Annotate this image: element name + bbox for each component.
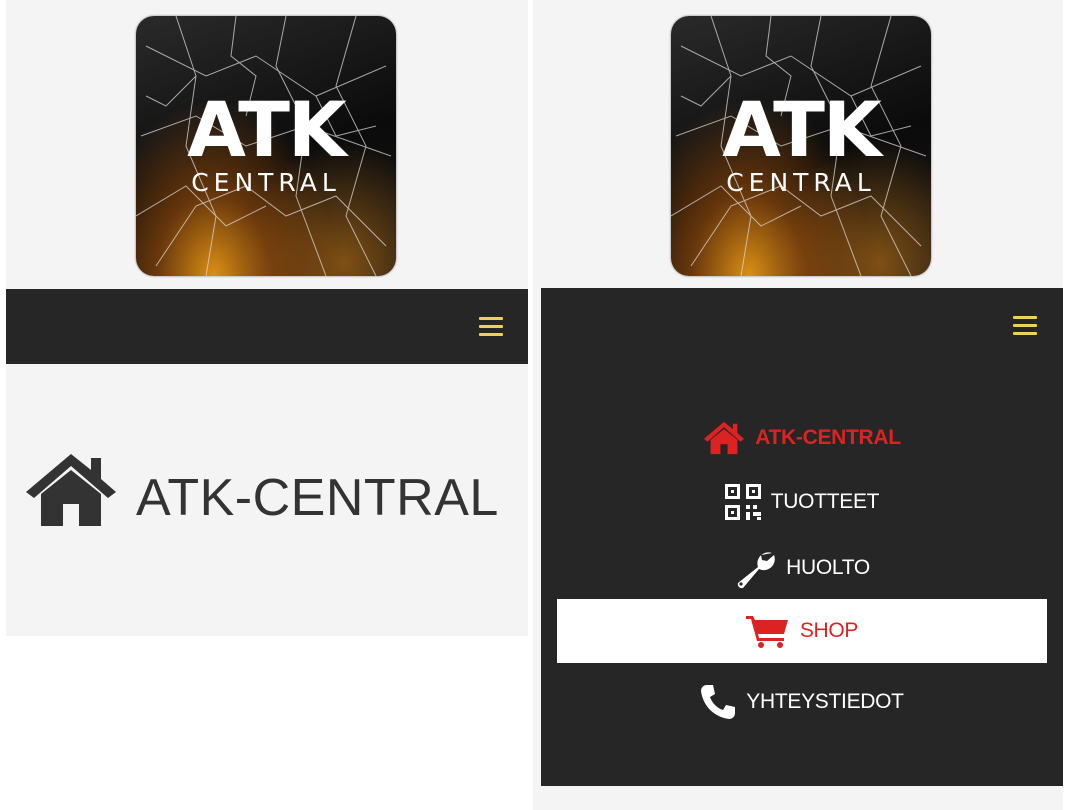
qr-code-icon bbox=[724, 484, 761, 520]
site-logo[interactable]: ATK CENTRAL bbox=[136, 16, 396, 276]
hamburger-menu-icon[interactable] bbox=[479, 317, 503, 337]
logo-subtitle: CENTRAL bbox=[726, 168, 876, 197]
menu-item-huolto[interactable]: HUOLTO bbox=[557, 536, 1047, 600]
home-icon bbox=[704, 421, 745, 455]
logo-subtitle: CENTRAL bbox=[191, 168, 341, 197]
menu-item-label: ATK-CENTRAL bbox=[755, 426, 901, 449]
menu-item-label: YHTEYSTIEDOT bbox=[746, 690, 904, 713]
nav-menu: ATK-CENTRAL TUOTTEET HUOLTO SHOP YHTEYST… bbox=[541, 288, 1063, 786]
wrench-icon bbox=[737, 552, 775, 589]
menu-item-label: HUOLTO bbox=[786, 556, 870, 579]
phone-icon bbox=[701, 685, 736, 719]
navbar bbox=[6, 289, 528, 364]
hero-heading: ATK-CENTRAL bbox=[24, 452, 499, 528]
menu-item-yhteystiedot[interactable]: YHTEYSTIEDOT bbox=[557, 670, 1047, 734]
shopping-cart-icon bbox=[745, 616, 788, 648]
hamburger-menu-icon[interactable] bbox=[1013, 316, 1037, 336]
logo-title: ATK bbox=[722, 85, 882, 174]
home-icon bbox=[26, 454, 116, 526]
collapsed-view-panel: ATK CENTRAL ATK-CENTRAL bbox=[6, 0, 528, 636]
expanded-view-panel: ATK CENTRAL ATK-CENTRAL TUOTTEET HUOLTO … bbox=[533, 0, 1063, 810]
menu-item-label: SHOP bbox=[799, 619, 859, 642]
menu-item-label: TUOTTEET bbox=[770, 490, 880, 513]
menu-item-tuotteet[interactable]: TUOTTEET bbox=[557, 470, 1047, 534]
site-logo[interactable]: ATK CENTRAL bbox=[671, 16, 931, 276]
menu-item-shop[interactable]: SHOP bbox=[557, 599, 1047, 663]
menu-item-atk-central[interactable]: ATK-CENTRAL bbox=[557, 406, 1047, 470]
logo-title: ATK bbox=[187, 85, 347, 174]
page-title: ATK-CENTRAL bbox=[136, 469, 499, 527]
